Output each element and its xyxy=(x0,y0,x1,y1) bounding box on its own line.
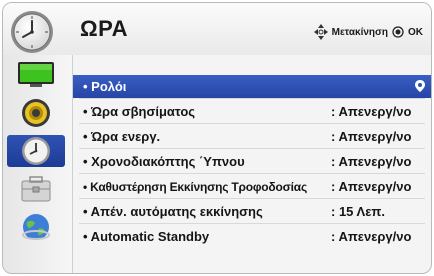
clock-icon xyxy=(22,137,50,165)
menu-item-on-time[interactable]: • Ώρα ενεργ. : Απενεργ/νο xyxy=(73,125,431,148)
time-menu-panel: ΩΡΑ Μετακίνηση OK • Ρολόι • Ώρα σβησίματ… xyxy=(2,2,432,274)
menu-item-auto-off[interactable]: • Απέν. αυτόματης εκκίνησης : 15 Λεπ. xyxy=(73,200,431,223)
menu-item-value: : Απενεργ/νο xyxy=(331,104,412,119)
menu-item-power-on-delay[interactable]: • Καθυστέρηση Εκκίνησης Τροφοδοσίας : Απ… xyxy=(73,175,431,198)
menu-item-automatic-standby[interactable]: • Automatic Standby : Απενεργ/νο xyxy=(73,225,431,248)
menu-item-off-time[interactable]: • Ώρα σβησίματος : Απενεργ/νο xyxy=(73,100,431,123)
menu-item-sleep-timer[interactable]: • Χρονοδιακόπτης ΄Υπνου : Απενεργ/νο xyxy=(73,150,431,173)
menu-item-clock[interactable]: • Ρολόι xyxy=(73,75,431,98)
menu-item-value: : Απενεργ/νο xyxy=(331,129,412,144)
category-sidebar xyxy=(3,55,73,273)
help-move-label: Μετακίνηση xyxy=(331,26,388,38)
speaker-icon xyxy=(22,99,50,127)
sidebar-item-time[interactable] xyxy=(7,135,65,167)
help-ok-label: OK xyxy=(408,26,423,38)
clock-icon xyxy=(11,11,53,53)
help-hints: Μετακίνηση OK xyxy=(313,22,423,42)
sidebar-item-audio[interactable] xyxy=(7,97,65,129)
tv-screen-icon xyxy=(18,62,54,87)
menu-item-label: • Απέν. αυτόματης εκκίνησης xyxy=(83,204,263,219)
sidebar-item-picture[interactable] xyxy=(7,59,65,91)
menu-header: ΩΡΑ Μετακίνηση OK xyxy=(3,3,431,55)
time-settings-list: • Ρολόι • Ώρα σβησίματος : Απενεργ/νο • … xyxy=(73,75,431,273)
menu-item-value: : Απενεργ/νο xyxy=(331,229,412,244)
menu-item-label: • Καθυστέρηση Εκκίνησης Τροφοδοσίας xyxy=(83,179,307,194)
ok-button-icon xyxy=(392,26,404,38)
navigation-arrows-icon xyxy=(313,24,328,40)
menu-item-value: : 15 Λεπ. xyxy=(331,204,385,219)
location-pin-icon xyxy=(415,80,425,92)
menu-item-value: : Απενεργ/νο xyxy=(331,154,412,169)
toolbox-icon xyxy=(21,176,51,202)
menu-item-label: • Ώρα σβησίματος xyxy=(83,104,196,119)
sidebar-item-setup[interactable] xyxy=(7,173,65,205)
menu-item-value: : Απενεργ/νο xyxy=(331,179,412,194)
page-title: ΩΡΑ xyxy=(80,16,129,41)
menu-item-label: • Ρολόι xyxy=(83,79,127,94)
menu-item-label: • Χρονοδιακόπτης ΄Υπνου xyxy=(83,154,245,169)
sidebar-item-network[interactable] xyxy=(7,211,65,243)
menu-item-label: • Ώρα ενεργ. xyxy=(83,129,161,144)
menu-item-label: • Automatic Standby xyxy=(83,229,210,244)
globe-icon xyxy=(22,214,50,240)
